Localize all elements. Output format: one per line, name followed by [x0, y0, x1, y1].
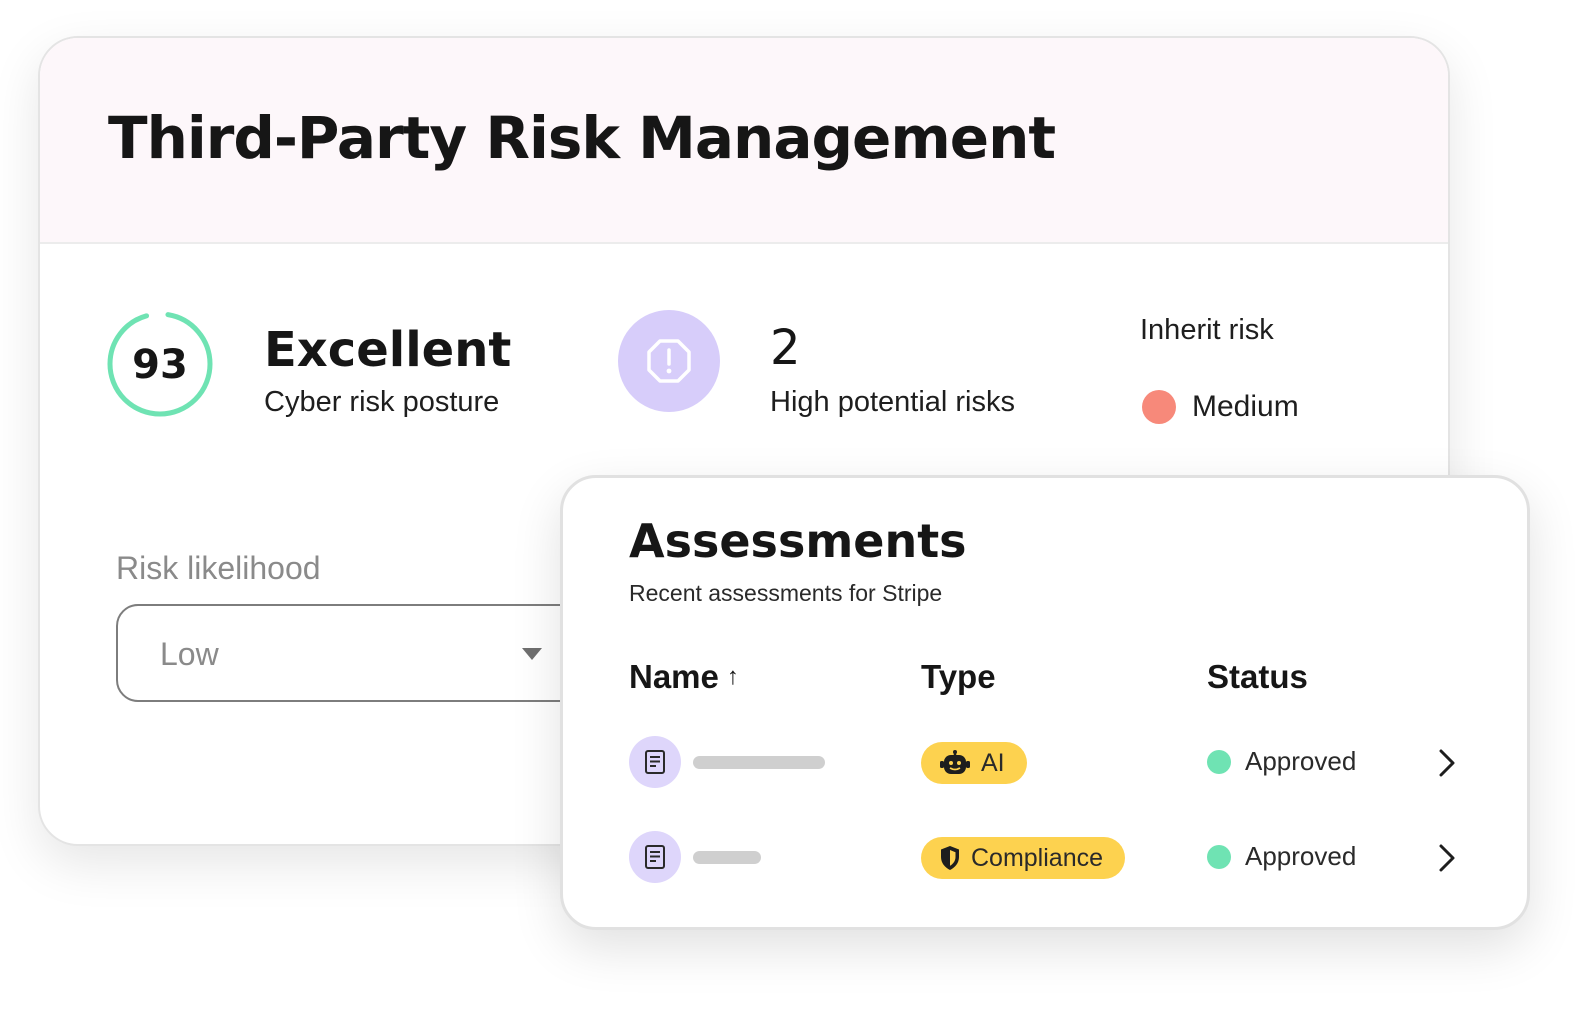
- document-badge: [629, 831, 681, 883]
- inherit-risk-label: Inherit risk: [1140, 314, 1274, 346]
- status-label: Approved: [1245, 746, 1357, 776]
- risk-likelihood-value: Low: [160, 636, 219, 672]
- type-label: AI: [981, 748, 1005, 777]
- status-dot: [1207, 750, 1231, 774]
- score-label: Excellent: [264, 322, 512, 378]
- score-subtitle: Cyber risk posture: [264, 386, 500, 418]
- document-icon: [645, 750, 665, 774]
- status-dot: [1207, 845, 1231, 869]
- name-placeholder-bar: [693, 756, 825, 769]
- high-risk-count: 2: [770, 320, 801, 376]
- status-label: Approved: [1245, 841, 1357, 871]
- table-row[interactable]: AI Approved: [563, 734, 1527, 790]
- page-title: Third-Party Risk Management: [108, 104, 1056, 172]
- type-label: Compliance: [971, 843, 1104, 872]
- alert-badge: [618, 310, 720, 412]
- inherit-risk-value: Medium: [1192, 390, 1299, 423]
- shield-icon: [939, 845, 961, 871]
- type-pill: AI: [921, 742, 1027, 784]
- name-placeholder-bar: [693, 851, 761, 864]
- score-ring: 93: [106, 310, 214, 418]
- assessments-title: Assessments: [629, 514, 967, 568]
- document-badge: [629, 736, 681, 788]
- column-header-status[interactable]: Status: [1207, 658, 1308, 696]
- document-icon: [645, 845, 665, 869]
- chevron-right-icon[interactable]: [1433, 742, 1461, 784]
- card-header: Third-Party Risk Management: [40, 38, 1448, 244]
- alert-octagon-icon: [647, 339, 691, 383]
- assessments-card: Assessments Recent assessments for Strip…: [560, 475, 1530, 930]
- chevron-right-icon[interactable]: [1433, 837, 1461, 879]
- risk-likelihood-label: Risk likelihood: [116, 550, 321, 586]
- column-header-name-label: Name: [629, 658, 719, 695]
- column-header-name[interactable]: Name ↑: [629, 658, 739, 696]
- assessments-subtitle: Recent assessments for Stripe: [629, 580, 943, 606]
- type-pill: Compliance: [921, 837, 1126, 879]
- robot-icon: [939, 750, 971, 776]
- arrow-up-icon: ↑: [726, 663, 739, 690]
- caret-down-icon: [522, 648, 542, 660]
- inherit-risk-dot: [1142, 390, 1176, 424]
- column-header-type[interactable]: Type: [921, 658, 996, 696]
- table-row[interactable]: Compliance Approved: [563, 829, 1527, 885]
- score-value: 93: [132, 342, 188, 388]
- high-risk-subtitle: High potential risks: [770, 386, 1015, 418]
